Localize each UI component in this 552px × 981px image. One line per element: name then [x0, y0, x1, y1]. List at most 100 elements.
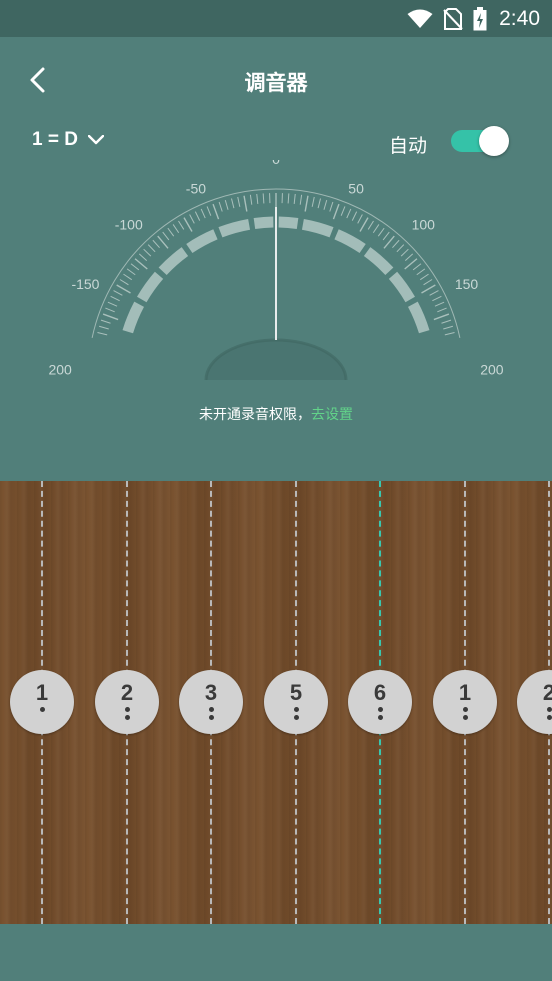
note-digit: 6 — [373, 680, 387, 705]
note-button[interactable]: 5 — [264, 670, 328, 734]
gauge-tick — [437, 307, 447, 313]
gauge-tick — [183, 217, 193, 232]
gauge-segment — [388, 271, 415, 303]
gauge-tick — [340, 206, 346, 216]
note-digit: 1 — [35, 680, 49, 705]
octave-dot — [208, 707, 214, 712]
gauge-label: 0 — [272, 160, 280, 167]
gauge-tick — [359, 217, 369, 232]
gauge-tick — [287, 193, 290, 204]
chevron-down-icon — [87, 135, 104, 145]
gauge-tick — [432, 295, 442, 302]
gauge-label: -100 — [115, 216, 143, 232]
gauge-tick — [412, 263, 422, 271]
permission-text: 未开通录音权限， — [199, 406, 311, 422]
gauge-tick — [162, 231, 170, 241]
gauge-tick — [249, 194, 253, 205]
gauge-tick — [237, 196, 241, 207]
gauge-tick — [416, 268, 426, 276]
octave-dot — [462, 707, 468, 712]
octave-dots — [10, 707, 74, 715]
note-digit: 3 — [204, 680, 218, 705]
octave-dot — [462, 715, 468, 720]
note-button[interactable]: 3 — [179, 670, 243, 734]
gauge-tick — [147, 244, 156, 253]
octave-dots — [433, 707, 497, 723]
gauge-segment — [334, 229, 366, 254]
gauge-tick — [218, 201, 223, 212]
gauge-tick — [429, 290, 439, 296]
gauge-tick — [332, 203, 340, 220]
gauge-tick — [98, 325, 109, 330]
gauge-tick — [110, 295, 120, 302]
gauge-segment — [158, 247, 189, 276]
key-label: 1 = D — [32, 129, 78, 150]
note-button[interactable]: 2 — [517, 670, 552, 734]
octave-dot — [208, 715, 214, 720]
note-button[interactable]: 2 — [95, 670, 159, 734]
gauge-tick — [392, 239, 400, 249]
gauge-tick — [441, 319, 452, 324]
gauge-tick — [200, 208, 206, 219]
gauge-tick — [357, 214, 363, 224]
wifi-icon — [407, 9, 433, 28]
gauge-tick — [152, 239, 160, 249]
gauge-tick — [311, 196, 315, 207]
no-sim-icon — [443, 7, 463, 30]
gauge-tick — [293, 193, 296, 205]
gauge-tick — [134, 258, 148, 270]
gauge-tick — [377, 227, 385, 237]
gauge-tick — [423, 279, 433, 286]
gauge-tick — [167, 227, 175, 237]
note-button[interactable]: 6 — [348, 670, 412, 734]
gauge-tick — [433, 313, 450, 321]
gauge-tick — [396, 244, 405, 253]
gauge-segment — [301, 218, 334, 238]
octave-dot — [124, 715, 130, 720]
octave-dot — [546, 715, 552, 720]
gauge-tick — [172, 224, 180, 234]
octave-dots — [264, 707, 328, 723]
gauge-segment — [363, 247, 394, 276]
gauge-tick — [404, 258, 418, 270]
page-title: 调音器 — [244, 72, 308, 95]
gauge-tick — [404, 253, 414, 261]
octave-dot — [377, 707, 383, 712]
gauge-tick — [299, 194, 303, 205]
octave-dots — [348, 707, 412, 723]
note-digit: 2 — [120, 680, 134, 705]
gauge-label: 50 — [348, 180, 364, 196]
octave-dot — [546, 707, 552, 712]
gauge-tick — [157, 235, 169, 249]
status-icons: 2:40 — [407, 0, 540, 37]
gauge-segment — [137, 271, 164, 303]
gauge-tick — [367, 220, 374, 230]
gauge-tick — [100, 319, 111, 324]
gauge-tick — [212, 203, 220, 220]
toggle-knob — [479, 126, 509, 156]
gauge-tick — [317, 198, 321, 209]
note-button[interactable]: 1 — [10, 670, 74, 734]
gauge-tick — [130, 263, 140, 271]
gauge-tick — [346, 208, 352, 219]
note-button[interactable]: 1 — [433, 670, 497, 734]
key-selector[interactable]: 1 = D — [32, 129, 104, 151]
go-settings-link[interactable]: 去设置 — [311, 406, 353, 422]
gauge-tick — [256, 193, 259, 205]
auto-toggle[interactable] — [451, 126, 509, 156]
gauge-tick — [231, 198, 235, 209]
tuner-gauge: 0 -50 50 -100 100 -150 150 200 200 — [48, 160, 504, 381]
gauge-tick — [113, 290, 123, 296]
octave-dot — [377, 715, 383, 720]
gauge-tick — [116, 284, 131, 294]
gauge-tick — [444, 332, 455, 336]
gauge-tick — [105, 307, 115, 313]
gauge-tick — [400, 248, 409, 257]
gauge-tick — [107, 301, 118, 307]
gauge-tick — [206, 206, 212, 216]
gauge-segment — [218, 218, 251, 238]
gauge-tick — [419, 273, 429, 281]
octave-dots — [179, 707, 243, 723]
gauge-tick — [102, 313, 119, 321]
gauge-tick — [224, 199, 229, 210]
